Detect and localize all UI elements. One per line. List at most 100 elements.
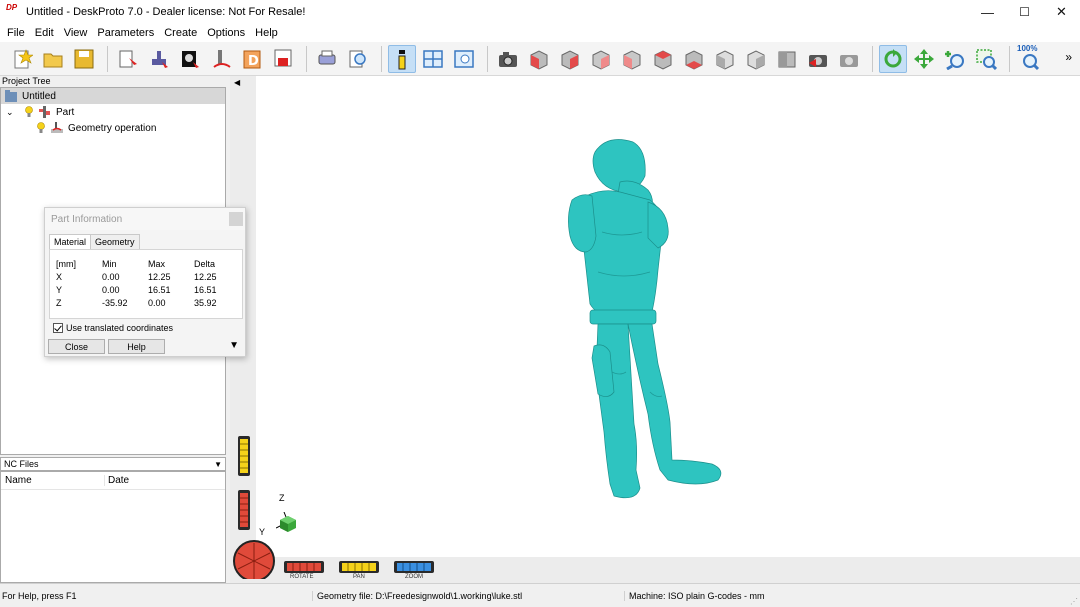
window-layout-icon[interactable] [419,45,447,73]
header-unit: [mm] [56,258,76,269]
row-min: -35.92 [102,297,128,308]
view-top-icon[interactable] [649,45,677,73]
print-icon[interactable] [313,45,341,73]
menu-view[interactable]: View [60,27,92,39]
expand-dialog-arrow-icon[interactable]: ▼ [229,340,239,351]
close-button[interactable]: ✕ [1043,0,1080,24]
minimize-button[interactable]: — [969,0,1006,24]
tab-geometry[interactable]: Geometry [90,234,140,250]
view-zoom-window-icon[interactable] [450,45,478,73]
maximize-button[interactable]: ☐ [1006,0,1043,24]
new-project-icon[interactable] [8,45,36,73]
pan-wheel-icon[interactable] [339,561,379,573]
row-axis: Y [56,284,63,295]
menu-file[interactable]: File [3,27,29,39]
nc-files-header[interactable]: NC Files ▼ [0,457,226,471]
row-max: 0.00 [148,297,166,308]
close-dialog-button[interactable]: Close [48,339,105,354]
dialog-title[interactable]: Part Information [45,208,245,230]
view-front-icon[interactable] [525,45,553,73]
translated-coordinates-option[interactable]: Use translated coordinates [53,323,173,333]
help-button[interactable]: Help [108,339,165,354]
zoom-100-icon[interactable]: 100% [1016,43,1044,73]
app-logo-icon: DP [6,3,18,12]
zoom-label: ZOOM [405,574,423,580]
nc-col-date[interactable]: Date [105,475,129,486]
menu-options[interactable]: Options [203,27,249,39]
axis-z-label: Z [279,493,285,503]
row-min: 0.00 [102,271,120,282]
row-delta: 35.92 [194,297,217,308]
dimension-row-x: X 0.00 12.25 12.25 [56,270,240,283]
translated-coordinates-label[interactable]: Use translated coordinates [66,323,173,333]
tab-material[interactable]: Material [49,234,92,250]
previous-view-icon[interactable] [804,45,832,73]
svg-text:D: D [248,54,259,69]
save-icon[interactable] [70,45,98,73]
translated-coordinates-checkbox[interactable] [53,323,63,333]
rotate-mode-icon[interactable] [879,44,907,73]
bitmap-parameters-icon[interactable] [176,45,204,73]
row-delta: 16.51 [194,284,217,295]
part-information-icon[interactable] [388,44,416,73]
dropdown-arrow-icon[interactable]: ▼ [214,460,222,469]
print-preview-icon[interactable] [344,45,372,73]
tree-item-untitled[interactable]: Untitled [1,88,225,104]
rotate-dial-icon[interactable] [232,539,278,579]
toolpath-icon[interactable] [207,45,235,73]
design-icon[interactable]: D [238,45,266,73]
operation-icon [51,122,63,133]
rotate-wheel-icon[interactable] [284,561,324,573]
tree-item-part[interactable]: ⌄ Part [1,104,225,120]
view-iso-3-icon[interactable] [773,45,801,73]
axis-cube-icon [276,512,296,532]
menu-create[interactable]: Create [160,27,201,39]
toolbar-overflow-button[interactable]: » [1065,50,1072,64]
zoom-window-icon[interactable] [972,45,1000,73]
zoom-100-label: 100% [1017,43,1038,53]
status-machine: Machine: ISO plain G-codes - mm [624,590,765,601]
status-bar: For Help, press F1 Geometry file: D:\Fre… [0,583,1080,607]
row-max: 12.25 [148,271,171,282]
save-nc-icon[interactable] [269,45,297,73]
zoom-in-icon[interactable] [941,45,969,73]
3d-model-figure[interactable] [562,132,812,532]
dimension-row-y: Y 0.00 16.51 16.51 [56,283,240,296]
3d-viewport[interactable]: ◀ Z Y ROTATE PAN ZOOM [230,76,1080,583]
lightbulb-icon[interactable] [24,106,34,118]
lightbulb-icon[interactable] [36,122,46,134]
operation-parameters-icon[interactable] [145,45,173,73]
nc-files-title: NC Files [4,459,39,469]
header-min: Min [102,258,117,269]
rotate-wheel-vertical-icon[interactable] [236,490,252,530]
resize-grip-icon[interactable]: ⋰ [1070,597,1078,606]
open-folder-icon[interactable] [39,45,67,73]
view-back-icon[interactable] [556,45,584,73]
view-left-icon[interactable] [587,45,615,73]
row-min: 0.00 [102,284,120,295]
menu-edit[interactable]: Edit [31,27,58,39]
title-bar: DP Untitled - DeskProto 7.0 - Dealer lic… [0,0,1080,24]
view-right-icon[interactable] [618,45,646,73]
zoom-wheel-icon[interactable] [394,561,434,573]
part-information-dialog[interactable]: Part Information Material Geometry [mm] … [44,207,246,357]
menu-help[interactable]: Help [251,27,282,39]
axis-y-label: Y [259,527,266,537]
main-toolbar: D 100% » [0,42,1080,76]
part-parameters-icon[interactable] [114,45,142,73]
next-view-icon[interactable] [835,45,863,73]
collapse-left-arrow-icon[interactable]: ◀ [234,78,240,87]
view-iso-icon[interactable] [711,45,739,73]
tree-item-geometry-operation[interactable]: Geometry operation [1,120,225,136]
menu-parameters[interactable]: Parameters [93,27,158,39]
pan-wheel-vertical-icon[interactable] [236,436,252,476]
nc-files-list[interactable]: Name Date [0,471,226,583]
camera-view-icon[interactable] [494,45,522,73]
status-geometry-file: Geometry file: D:\Freedesignwold\1.worki… [312,590,624,601]
view-iso-2-icon[interactable] [742,45,770,73]
collapse-chevron-icon[interactable]: ⌄ [6,107,18,118]
dialog-close-button[interactable] [229,212,243,226]
view-bottom-icon[interactable] [680,45,708,73]
pan-mode-icon[interactable] [910,45,938,73]
nc-col-name[interactable]: Name [1,475,105,486]
